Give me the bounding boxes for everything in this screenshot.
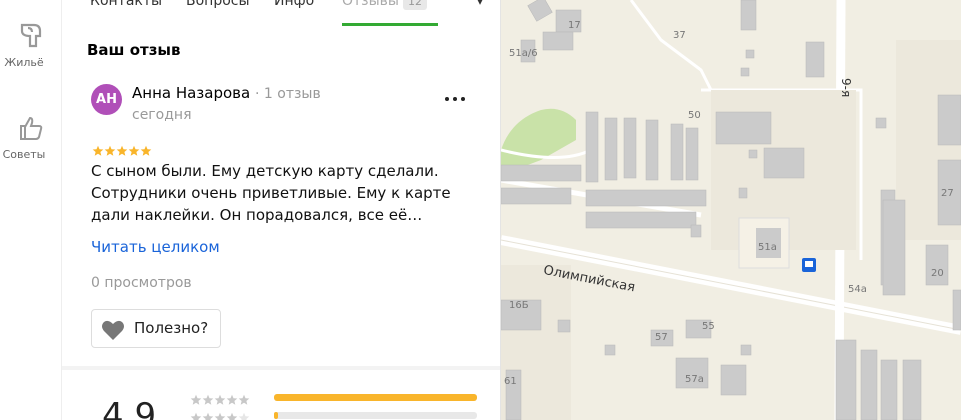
rating-bar-fill	[274, 412, 279, 419]
tab-reviews[interactable]: Отзывы 12	[342, 0, 438, 26]
tab-contacts[interactable]: Контакты	[90, 0, 162, 26]
map-label-building: 50	[688, 110, 701, 121]
tab-bar: Контакты Вопросы Инфо Отзывы 12 ▾	[62, 0, 500, 26]
map-label-building: 27	[941, 188, 954, 199]
star-icon	[128, 145, 140, 156]
star-icon	[226, 412, 238, 420]
review-text: С сыном были. Ему детскую карту сделали.…	[91, 162, 451, 224]
street-label-9: 9-я	[839, 78, 853, 98]
star-icon	[140, 145, 152, 156]
map-label-building: 57	[655, 332, 668, 343]
map-label-building: 37	[673, 30, 686, 41]
tab-label: Контакты	[90, 0, 163, 9]
map-label-building: 54а	[848, 284, 867, 295]
star-icon	[190, 412, 202, 420]
more-options-button[interactable]	[445, 88, 467, 108]
star-icon	[202, 394, 214, 405]
section-divider	[62, 366, 500, 370]
avatar[interactable]: АН	[91, 84, 122, 115]
author-name[interactable]: Анна Назарова	[132, 84, 250, 102]
map-label-building: 20	[931, 268, 944, 279]
useful-button[interactable]: Полезно?	[91, 309, 221, 348]
tab-label: Отзывы	[342, 0, 399, 9]
map-canvas	[501, 0, 961, 420]
star-icon	[214, 394, 226, 405]
house-icon	[20, 23, 42, 48]
star-icon	[202, 412, 214, 420]
review-rating-stars	[92, 142, 152, 156]
useful-label: Полезно?	[134, 319, 209, 337]
star-icon	[214, 412, 226, 420]
star-icon	[104, 145, 116, 156]
star-icon	[92, 145, 104, 156]
tab-label: Вопросы	[186, 0, 250, 9]
rating-bar-track	[274, 412, 477, 419]
rating-row-stars	[190, 391, 250, 410]
map-label-building: 51а	[758, 242, 777, 253]
thumbs-up-icon	[20, 116, 43, 140]
review-author: Анна Назарова · 1 отзыв	[132, 84, 321, 102]
map-view[interactable]: 17 37 51а/6 50 51а 27 20 54а 16Б 55 57 5…	[501, 0, 961, 420]
org-panel: Контакты Вопросы Инфо Отзывы 12 ▾ Ваш отз…	[62, 0, 501, 420]
map-label-building: 51а/6	[509, 48, 538, 59]
author-review-count: · 1 отзыв	[255, 86, 321, 102]
star-icon	[116, 145, 128, 156]
map-label-building: 55	[702, 321, 715, 332]
rating-bar-track	[274, 394, 477, 401]
star-icon	[238, 412, 250, 420]
chevron-down-icon[interactable]: ▾	[477, 0, 483, 12]
rating-bar-fill	[274, 394, 477, 401]
rating-row-stars	[190, 409, 250, 420]
section-title: Ваш отзыв	[87, 41, 181, 59]
rail-item-label: Советы	[2, 148, 46, 161]
rail-item-tips[interactable]: Советы	[0, 114, 62, 161]
dot	[445, 97, 449, 101]
views-count: 0 просмотров	[91, 275, 192, 291]
dot	[453, 97, 457, 101]
rail-item-housing[interactable]: Жильё	[0, 22, 62, 69]
map-label-building: 57а	[685, 374, 704, 385]
app-root: Жильё Советы Контакты Вопросы Инфо Отзыв…	[0, 0, 961, 420]
tab-questions[interactable]: Вопросы	[186, 0, 250, 26]
map-label-building: 17	[568, 20, 581, 31]
dot	[461, 97, 465, 101]
heart-icon	[102, 320, 124, 340]
map-label-building: 16Б	[509, 300, 529, 311]
tab-label: Инфо	[274, 0, 315, 9]
reviews-count-badge: 12	[402, 0, 427, 10]
star-icon	[238, 394, 250, 405]
review-date: сегодня	[132, 107, 192, 123]
star-icon	[226, 394, 238, 405]
left-rail: Жильё Советы	[0, 0, 62, 420]
read-full-link[interactable]: Читать целиком	[91, 238, 220, 256]
rail-item-label: Жильё	[4, 56, 44, 69]
star-icon	[190, 394, 202, 405]
map-label-building: 61	[504, 376, 517, 387]
rating-value: 4,9	[102, 396, 157, 420]
tab-info[interactable]: Инфо	[274, 0, 314, 26]
